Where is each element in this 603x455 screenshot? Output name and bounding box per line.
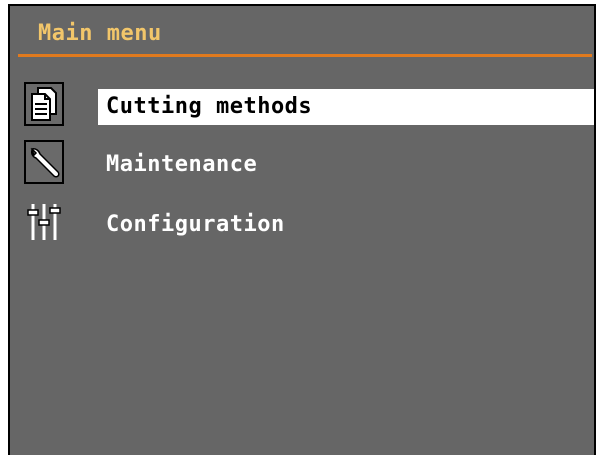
menu-item-cutting-methods[interactable]: Cutting methods bbox=[22, 82, 598, 126]
menu-item-configuration[interactable]: Configuration bbox=[22, 200, 598, 244]
main-menu-screen: Main menu Cutting methods Maintenance Co… bbox=[8, 4, 596, 455]
document-icon bbox=[24, 82, 64, 126]
menu-item-label: Maintenance bbox=[106, 152, 258, 177]
menu-item-maintenance[interactable]: Maintenance bbox=[22, 140, 598, 184]
header: Main menu bbox=[10, 6, 594, 58]
title-divider bbox=[18, 54, 592, 57]
menu-item-label: Configuration bbox=[106, 212, 285, 237]
page-title: Main menu bbox=[38, 21, 162, 46]
sliders-icon bbox=[24, 200, 64, 244]
wrench-icon bbox=[24, 140, 64, 184]
menu-item-label: Cutting methods bbox=[98, 89, 594, 125]
